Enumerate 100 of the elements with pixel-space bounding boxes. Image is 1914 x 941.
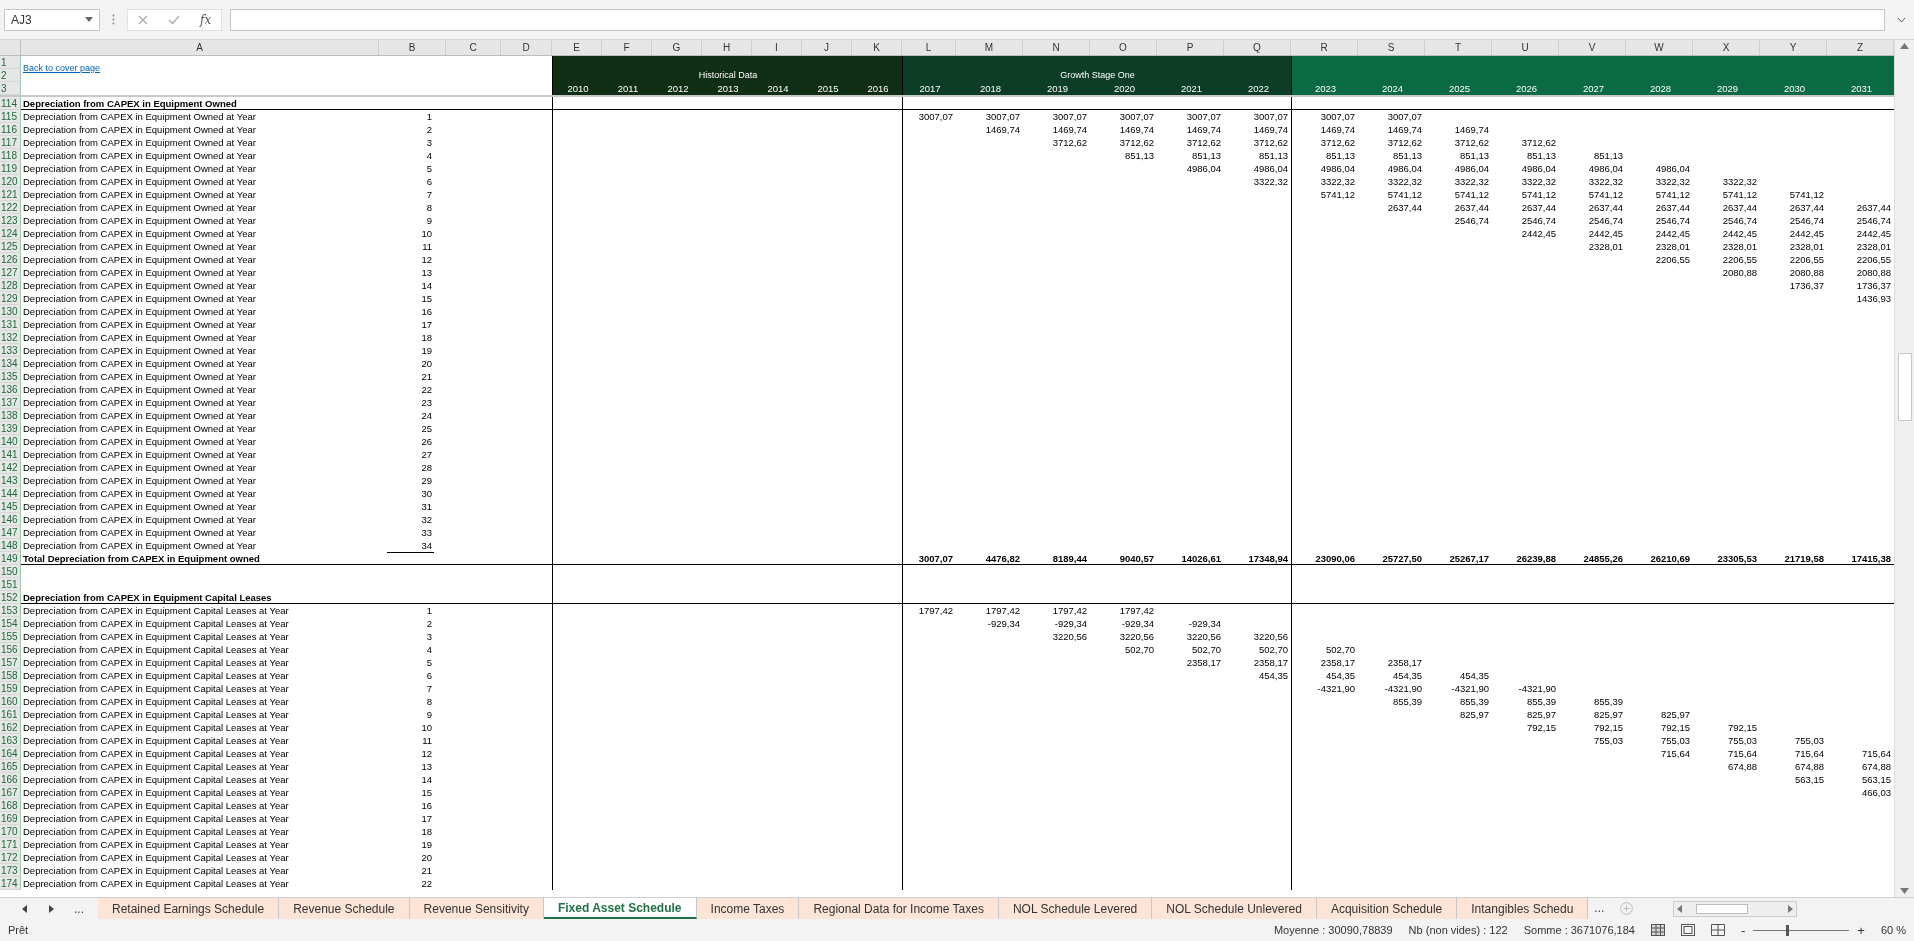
row-number[interactable]: 141 <box>0 448 21 461</box>
horizontal-scrollbar[interactable] <box>1673 900 1798 917</box>
normal-view-icon[interactable] <box>1651 924 1665 936</box>
sheet-tab[interactable]: Income Taxes <box>696 898 800 919</box>
scroll-up-icon[interactable] <box>1900 43 1909 49</box>
sheet-tab[interactable]: Regional Data for Income Taxes <box>799 898 999 919</box>
row-number[interactable]: 174 <box>0 877 21 890</box>
row-number[interactable]: 144 <box>0 487 21 500</box>
row-number[interactable]: 117 <box>0 136 21 149</box>
row-number[interactable]: 168 <box>0 799 21 812</box>
caret-icon[interactable] <box>1897 16 1906 23</box>
more-sheets-button[interactable]: ... <box>1588 898 1611 919</box>
column-header[interactable]: P <box>1157 40 1224 55</box>
zoom-out-button[interactable]: - <box>1741 922 1746 938</box>
row-number[interactable]: 139 <box>0 422 21 435</box>
checkmark-icon[interactable] <box>168 14 180 25</box>
row-number[interactable]: 153 <box>0 604 21 617</box>
row-number[interactable]: 138 <box>0 409 21 422</box>
column-header[interactable]: J <box>802 40 852 55</box>
row-number[interactable]: 1 <box>0 56 21 69</box>
sheet-tab[interactable]: Revenue Sensitivity <box>409 898 544 919</box>
column-header[interactable]: F <box>602 40 652 55</box>
row-number[interactable]: 119 <box>0 162 21 175</box>
row-number[interactable]: 152 <box>0 591 21 604</box>
row-number[interactable]: 137 <box>0 396 21 409</box>
row-number[interactable]: 165 <box>0 760 21 773</box>
column-header[interactable]: M <box>956 40 1023 55</box>
sheet-tab[interactable]: NOL Schedule Unlevered <box>1152 898 1317 919</box>
column-header[interactable]: E <box>552 40 602 55</box>
row-number[interactable]: 123 <box>0 214 21 227</box>
row-number[interactable]: 132 <box>0 331 21 344</box>
column-header[interactable]: S <box>1358 40 1425 55</box>
row-number[interactable]: 173 <box>0 864 21 877</box>
row-number[interactable]: 127 <box>0 266 21 279</box>
column-header[interactable]: Q <box>1224 40 1291 55</box>
sheet-tab[interactable]: NOL Schedule Levered <box>998 898 1153 919</box>
scroll-left-icon[interactable] <box>1677 904 1683 913</box>
row-number[interactable]: 166 <box>0 773 21 786</box>
row-number[interactable]: 143 <box>0 474 21 487</box>
row-number[interactable]: 149 <box>0 552 21 565</box>
row-number[interactable]: 120 <box>0 175 21 188</box>
row-number[interactable]: 2 <box>0 69 21 82</box>
column-header[interactable]: L <box>902 40 956 55</box>
row-number[interactable]: 136 <box>0 383 21 396</box>
scroll-thumb[interactable] <box>1897 353 1912 421</box>
row-number[interactable]: 158 <box>0 669 21 682</box>
row-number[interactable]: 146 <box>0 513 21 526</box>
page-break-icon[interactable] <box>1711 924 1725 936</box>
column-header[interactable]: H <box>702 40 752 55</box>
cancel-icon[interactable] <box>138 14 148 25</box>
formula-input[interactable] <box>230 8 1885 31</box>
row-number[interactable]: 129 <box>0 292 21 305</box>
row-number[interactable]: 140 <box>0 435 21 448</box>
row-number[interactable]: 155 <box>0 630 21 643</box>
vertical-scrollbar[interactable] <box>1894 40 1914 897</box>
row-number[interactable]: 114 <box>0 97 21 110</box>
zoom-in-button[interactable]: + <box>1857 922 1865 938</box>
column-header[interactable]: O <box>1090 40 1157 55</box>
row-number[interactable]: 167 <box>0 786 21 799</box>
row-number[interactable]: 124 <box>0 227 21 240</box>
row-number[interactable]: 128 <box>0 279 21 292</box>
row-number[interactable]: 126 <box>0 253 21 266</box>
row-number[interactable]: 159 <box>0 682 21 695</box>
row-number[interactable]: 145 <box>0 500 21 513</box>
row-number[interactable]: 171 <box>0 838 21 851</box>
column-header[interactable]: G <box>652 40 702 55</box>
row-number[interactable]: 135 <box>0 370 21 383</box>
row-number[interactable]: 172 <box>0 851 21 864</box>
row-number[interactable]: 154 <box>0 617 21 630</box>
next-sheet-icon[interactable] <box>49 904 54 913</box>
column-header[interactable]: I <box>752 40 802 55</box>
row-number[interactable]: 170 <box>0 825 21 838</box>
sheet-tab[interactable]: Fixed Asset Schedule <box>543 898 697 919</box>
row-number[interactable]: 162 <box>0 721 21 734</box>
sheet-tab[interactable]: Intangibles Schedu <box>1457 898 1589 919</box>
column-header[interactable]: D <box>501 40 552 55</box>
sheet-tab[interactable]: Revenue Schedule <box>279 898 410 919</box>
row-number[interactable]: 156 <box>0 643 21 656</box>
row-number[interactable]: 115 <box>0 110 21 123</box>
column-header[interactable]: K <box>852 40 902 55</box>
more-options-icon[interactable] <box>112 14 115 25</box>
slider-thumb[interactable] <box>1785 924 1789 936</box>
column-header[interactable]: T <box>1425 40 1492 55</box>
scroll-down-icon[interactable] <box>1900 888 1909 894</box>
name-box[interactable]: AJ3 <box>4 8 100 31</box>
cover-page-link[interactable]: Back to cover page <box>23 63 101 73</box>
row-number[interactable]: 142 <box>0 461 21 474</box>
zoom-percentage[interactable]: 60 % <box>1880 924 1906 936</box>
more-sheets-button[interactable]: ... <box>74 901 84 916</box>
column-header[interactable]: X <box>1693 40 1760 55</box>
row-number[interactable]: 148 <box>0 539 21 552</box>
row-number[interactable]: 151 <box>0 578 21 591</box>
row-number[interactable]: 147 <box>0 526 21 539</box>
row-number[interactable]: 125 <box>0 240 21 253</box>
row-number[interactable]: 118 <box>0 149 21 162</box>
row-number[interactable]: 150 <box>0 565 21 578</box>
column-header[interactable]: N <box>1023 40 1090 55</box>
column-header[interactable]: B <box>379 40 446 55</box>
column-header[interactable]: U <box>1492 40 1559 55</box>
row-number[interactable]: 130 <box>0 305 21 318</box>
